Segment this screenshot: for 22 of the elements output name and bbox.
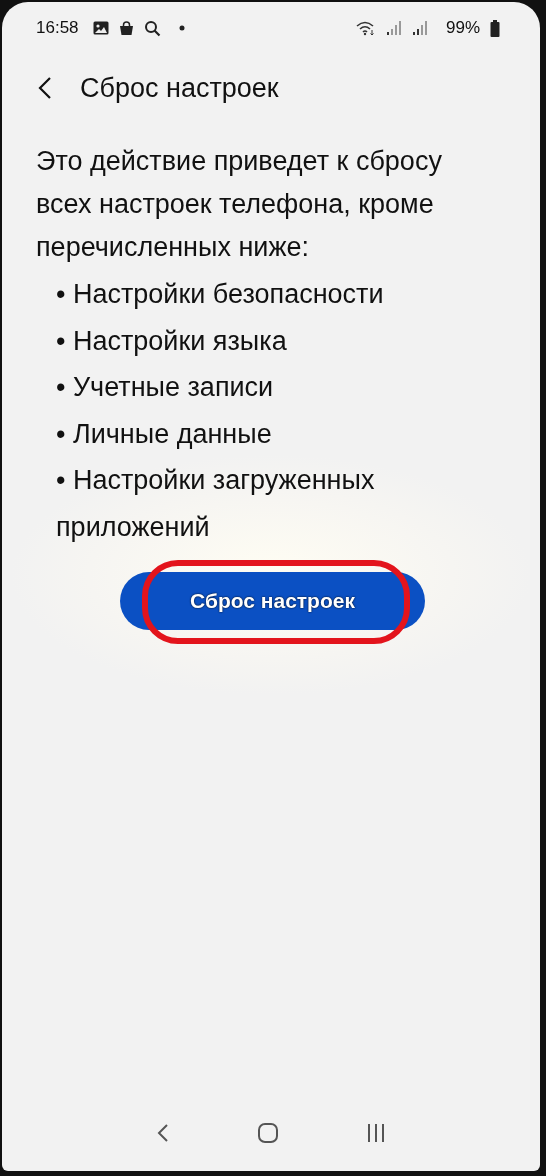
reset-button[interactable]: Сброс настроек <box>120 572 425 630</box>
back-icon[interactable] <box>155 1122 170 1144</box>
battery-icon <box>490 19 500 37</box>
list-item: • Настройки языка <box>55 324 288 358</box>
gallery-icon <box>92 21 109 35</box>
notification-dot-icon <box>178 25 185 31</box>
signal-icon <box>385 21 402 35</box>
list-item: • Настройки загруженных приложений <box>55 464 376 544</box>
signal-icon <box>411 21 428 35</box>
back-icon[interactable] <box>38 76 52 100</box>
wifi-icon <box>355 20 376 36</box>
home-icon[interactable] <box>257 1122 279 1144</box>
shopping-bag-icon <box>118 20 134 36</box>
search-icon <box>143 19 161 37</box>
status-time: 16:58 <box>36 18 79 38</box>
list-item: • Учетные записи <box>55 371 275 404</box>
recent-apps-icon[interactable] <box>366 1123 387 1143</box>
list-item: • Настройки безопасности <box>55 278 385 311</box>
description-text: Это действие приведет к сбросу всех настроек телефона, кроме перечисленных ниже: <box>36 145 443 264</box>
page-title: Сброс настроек <box>80 72 279 104</box>
battery-percent: 99% <box>445 18 480 38</box>
list-item: • Личные данные <box>55 417 273 451</box>
